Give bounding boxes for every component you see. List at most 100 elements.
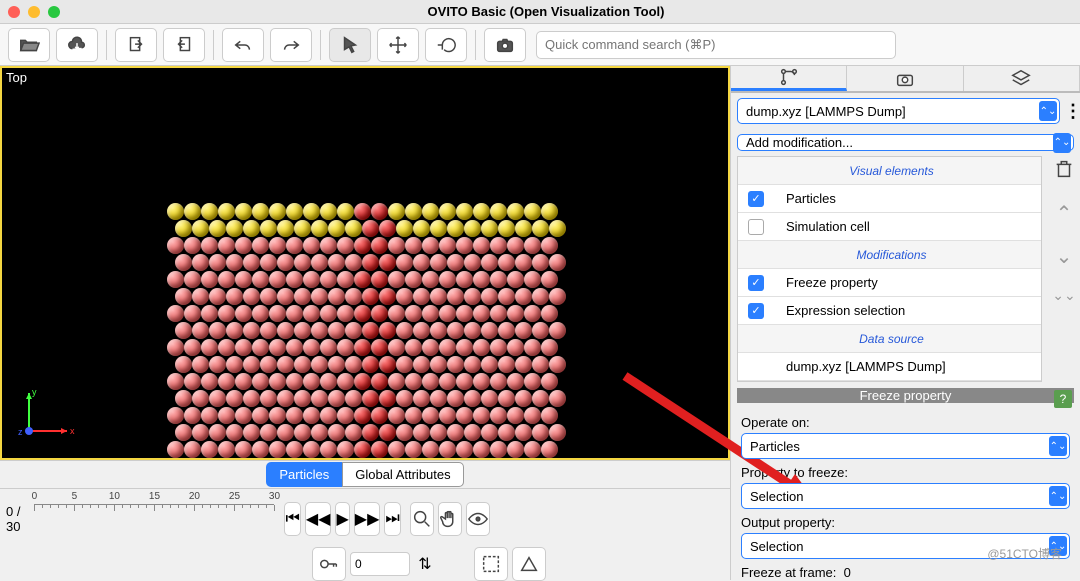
checkbox[interactable] — [748, 219, 764, 235]
frame-stepper[interactable]: ⇅ — [414, 547, 436, 581]
viewport[interactable]: Top x y z — [0, 66, 730, 460]
move-tool-button[interactable] — [377, 28, 419, 62]
move-up-icon[interactable]: ⌃ — [1056, 201, 1073, 226]
file-export-icon — [125, 34, 147, 56]
rotate-icon — [435, 34, 457, 56]
property-panel-header: Freeze property ? — [737, 388, 1074, 403]
step-back-button[interactable]: ◀◀ — [305, 502, 332, 536]
chevron-updown-icon: ⌃⌄ — [1049, 486, 1067, 506]
region-select-button[interactable] — [474, 547, 508, 581]
key-icon — [318, 553, 340, 575]
property-to-freeze-dropdown[interactable]: Selection ⌃⌄ — [741, 483, 1070, 509]
minimize-window-icon[interactable] — [28, 6, 40, 18]
viewport-area: Top x y z Particles Global Attributes 0 … — [0, 66, 730, 580]
undo-icon — [232, 34, 254, 56]
add-modification-dropdown[interactable]: Add modification... ⌃⌄ — [737, 134, 1074, 151]
move-icon — [387, 34, 409, 56]
output-property-label: Output property: — [741, 515, 1070, 530]
zoom-fit-button[interactable] — [410, 502, 434, 536]
share-button[interactable] — [512, 547, 546, 581]
side-panel: dump.xyz [LAMMPS Dump] ⌃⌄ ⋮ Add modifica… — [730, 66, 1080, 580]
checkbox[interactable]: ✓ — [748, 303, 764, 319]
play-button[interactable]: ▶ — [335, 502, 349, 536]
redo-icon — [280, 34, 302, 56]
goto-first-button[interactable]: ⏮ — [284, 502, 300, 536]
particle-display — [167, 203, 567, 460]
selection-box-icon — [480, 553, 502, 575]
section-data-source: Data source — [738, 325, 1041, 353]
rotate-tool-button[interactable] — [425, 28, 467, 62]
panel-tabs — [731, 66, 1080, 93]
pipeline-item-label: Particles — [786, 191, 836, 206]
import-button[interactable] — [163, 28, 205, 62]
tab-global-attributes[interactable]: Global Attributes — [342, 462, 463, 487]
frame-ruler[interactable]: 051015202530 — [34, 504, 274, 534]
command-search-input[interactable] — [536, 31, 896, 59]
viewport-label: Top — [6, 70, 27, 85]
pipeline-item-label: Expression selection — [786, 303, 905, 318]
pipeline-item[interactable]: Simulation cell — [738, 213, 1041, 241]
cloud-download-icon — [66, 34, 88, 56]
checkbox[interactable]: ✓ — [748, 191, 764, 207]
pointer-tool-button[interactable] — [329, 28, 371, 62]
checkbox[interactable]: ✓ — [748, 275, 764, 291]
current-frame-input[interactable] — [350, 552, 410, 576]
tab-render[interactable] — [847, 66, 963, 91]
window-title: OVITO Basic (Open Visualization Tool) — [76, 4, 1016, 19]
operate-on-dropdown[interactable]: Particles ⌃⌄ — [741, 433, 1070, 459]
magnifier-icon — [411, 508, 433, 530]
main-toolbar — [0, 24, 1080, 66]
watermark: @51CTO博客 — [987, 545, 1062, 562]
chevron-updown-icon: ⌃⌄ — [1049, 436, 1067, 456]
key-button[interactable] — [312, 547, 346, 581]
pipeline-item-label: dump.xyz [LAMMPS Dump] — [786, 359, 946, 374]
pipeline-item[interactable]: ✓ Expression selection — [738, 297, 1041, 325]
svg-text:x: x — [70, 426, 75, 436]
pipeline-item[interactable]: ✓ Freeze property — [738, 269, 1041, 297]
pan-button[interactable] — [438, 502, 462, 536]
pipeline-list: Visual elements ✓ Particles Simulation c… — [737, 156, 1042, 382]
camera-icon — [894, 68, 916, 90]
viewport-tabs: Particles Global Attributes — [0, 460, 730, 488]
source-menu-button[interactable]: ⋮ — [1066, 101, 1080, 122]
redo-button[interactable] — [270, 28, 312, 62]
export-button[interactable] — [115, 28, 157, 62]
source-dropdown[interactable]: dump.xyz [LAMMPS Dump] ⌃⌄ — [737, 98, 1060, 124]
property-panel-title: Freeze property — [860, 388, 952, 403]
zoom-window-icon[interactable] — [48, 6, 60, 18]
titlebar: OVITO Basic (Open Visualization Tool) — [0, 0, 1080, 24]
operate-on-label: Operate on: — [741, 415, 1070, 430]
tab-particles[interactable]: Particles — [266, 462, 342, 487]
open-file-button[interactable] — [8, 28, 50, 62]
pointer-icon — [339, 34, 361, 56]
undo-button[interactable] — [222, 28, 264, 62]
download-button[interactable] — [56, 28, 98, 62]
trash-icon[interactable] — [1053, 158, 1075, 183]
goto-last-button[interactable]: ⏭ — [384, 502, 400, 536]
view-button[interactable] — [466, 502, 490, 536]
pipeline-item[interactable]: dump.xyz [LAMMPS Dump] — [738, 353, 1041, 381]
tab-pipeline[interactable] — [731, 66, 847, 91]
snapshot-button[interactable] — [484, 28, 526, 62]
add-modification-label: Add modification... — [746, 135, 853, 150]
pipeline-item-label: Freeze property — [786, 275, 878, 290]
collapse-icon[interactable]: ⌄⌄ — [1052, 287, 1075, 304]
section-visual-elements: Visual elements — [738, 157, 1041, 185]
tab-layers[interactable] — [964, 66, 1080, 91]
help-button[interactable]: ? — [1054, 390, 1072, 408]
pipeline-item[interactable]: ✓ Particles — [738, 185, 1041, 213]
eye-icon — [467, 508, 489, 530]
source-dropdown-label: dump.xyz [LAMMPS Dump] — [746, 104, 906, 119]
svg-text:z: z — [18, 427, 23, 437]
branch-icon — [778, 66, 800, 88]
camera-icon — [494, 34, 516, 56]
axis-gizmo: x y z — [17, 383, 77, 443]
step-forward-button[interactable]: ▶▶ — [354, 502, 381, 536]
triangle-icon — [518, 553, 540, 575]
chevron-updown-icon: ⌃⌄ — [1039, 101, 1057, 121]
move-down-icon[interactable]: ⌄ — [1056, 244, 1073, 269]
svg-text:y: y — [32, 387, 37, 397]
layers-icon — [1010, 68, 1032, 90]
hand-icon — [439, 508, 461, 530]
close-window-icon[interactable] — [8, 6, 20, 18]
